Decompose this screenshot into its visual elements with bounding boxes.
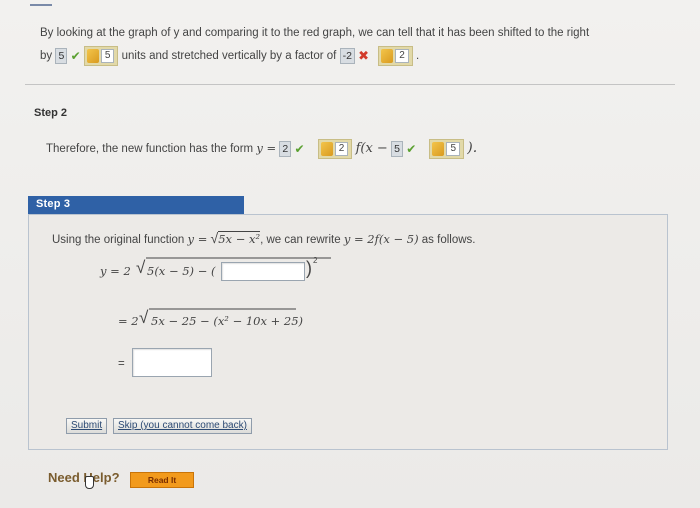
read-it-button[interactable]: Read It (130, 472, 194, 488)
skip-button[interactable]: Skip (you cannot come back) (113, 418, 252, 434)
submit-button[interactable]: Submit (66, 418, 108, 434)
page: By looking at the graph of y and compari… (0, 0, 700, 508)
need-help-label: Need Help? (48, 470, 120, 485)
hand-cursor-icon (85, 476, 94, 489)
